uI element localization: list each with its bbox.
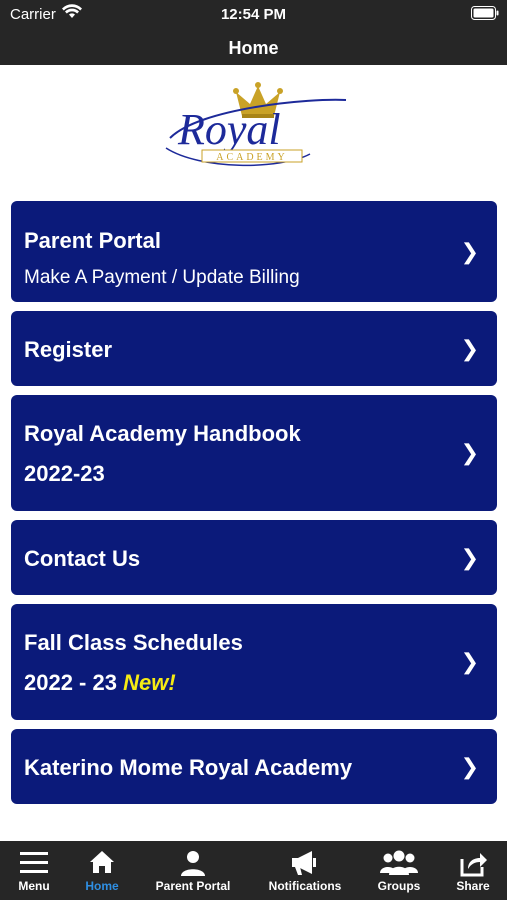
parent-portal-card[interactable]: Parent Portal Make A Payment / Update Bi… [11,201,497,302]
tab-home[interactable]: Home [68,841,136,900]
share-icon [446,849,500,879]
menu-icon [0,849,68,879]
royal-academy-logo: Royal ACADEMY [160,78,350,178]
logo-sub: ACADEMY [216,152,288,163]
chevron-right-icon: ❯ [460,440,479,465]
chevron-right-icon: ❯ [460,239,479,264]
card-title: Fall Class Schedules [24,630,243,655]
person-icon [146,849,240,879]
tab-label: Notifications [268,879,342,893]
battery-icon [471,6,499,25]
chevron-right-icon: ❯ [460,754,479,779]
tab-menu[interactable]: Menu [0,841,68,900]
groups-icon [366,849,432,879]
tab-notifications[interactable]: Notifications [262,841,348,900]
clock: 12:54 PM [220,6,287,23]
tab-label: Parent Portal [155,879,231,893]
tab-label: Groups [377,879,421,893]
fall-class-schedules-card[interactable]: Fall Class Schedules 2022 - 23 New! ❯ [11,604,497,720]
chevron-right-icon: ❯ [460,545,479,570]
card-title: Register [24,337,113,362]
tab-share[interactable]: Share [446,841,500,900]
logo-word: Royal [177,105,281,154]
page-title: Home [228,38,279,58]
chevron-right-icon: ❯ [460,336,479,361]
tab-groups[interactable]: Groups [366,841,432,900]
schedule-years: 2022 - 23 [24,670,117,695]
tab-label: Share [456,879,490,893]
tab-label: Home [85,879,119,893]
tab-bar: Menu Home Parent Portal Notifications Gr… [0,841,507,900]
top-bar: Carrier 12:54 PM Home [0,0,507,65]
contact-us-card[interactable]: Contact Us ❯ [11,520,497,595]
card-title: Katerino Mome Royal Academy [24,755,353,780]
status-bar: Carrier 12:54 PM [0,0,507,30]
card-title: Contact Us [24,546,141,571]
register-card[interactable]: Register ❯ [11,311,497,386]
home-icon [68,849,136,879]
tab-label: Menu [18,879,50,893]
tab-parent-portal[interactable]: Parent Portal [146,841,240,900]
card-title: Royal Academy Handbook [24,421,301,446]
card-title-line2: 2022-23 [24,461,105,486]
card-title-line2: 2022 - 23 New! [24,670,176,696]
new-badge: New! [123,670,176,695]
card-title: Parent Portal [24,228,161,253]
handbook-card[interactable]: Royal Academy Handbook 2022-23 ❯ [11,395,497,511]
megaphone-icon [262,849,348,879]
katerino-mome-card[interactable]: Katerino Mome Royal Academy ❯ [11,729,497,804]
card-subtitle: Make A Payment / Update Billing [24,267,300,288]
chevron-right-icon: ❯ [460,649,479,674]
